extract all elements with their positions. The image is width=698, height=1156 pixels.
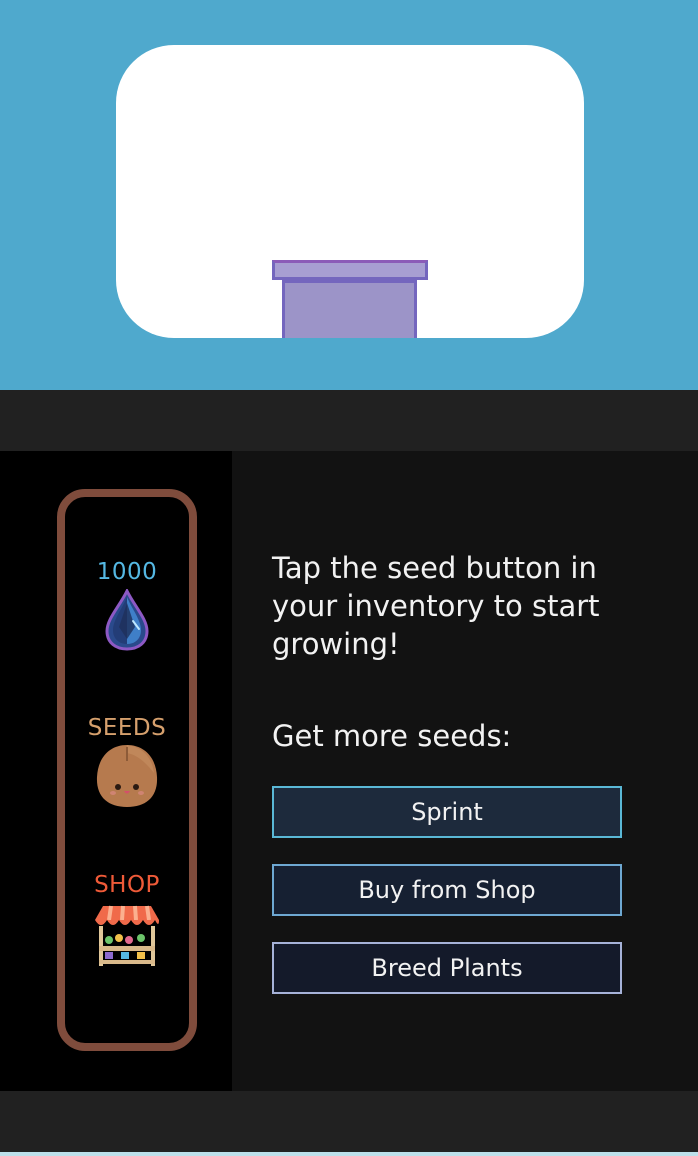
divider-band (0, 390, 698, 451)
shop-button[interactable]: SHOP (65, 872, 189, 968)
buy-from-shop-button[interactable]: Buy from Shop (272, 864, 622, 916)
empty-pot[interactable] (272, 260, 428, 338)
inventory-sidebar: 1000 SEEDS SHOP (0, 451, 232, 1091)
bottom-band (0, 1091, 698, 1156)
bottom-edge-line (0, 1152, 698, 1156)
plant-scene (0, 0, 698, 390)
plant-display-card (116, 45, 584, 338)
water-count: 1000 (96, 559, 158, 585)
water-counter[interactable]: 1000 (65, 559, 189, 651)
market-stall-icon (95, 905, 159, 966)
get-more-seeds-heading: Get more seeds: (272, 719, 512, 753)
inventory-frame: 1000 SEEDS SHOP (57, 489, 197, 1051)
seeds-label: SEEDS (87, 715, 167, 741)
game-screen: 1000 SEEDS SHOP Tap the seed button in y… (0, 0, 698, 1156)
instruction-message: Tap the seed button in your inventory to… (272, 551, 600, 661)
instruction-panel: Tap the seed button in your inventory to… (232, 451, 698, 1091)
pot-body (282, 280, 417, 338)
sprint-button[interactable]: Sprint (272, 786, 622, 838)
breed-plants-button[interactable]: Breed Plants (272, 942, 622, 994)
water-drop-icon (105, 589, 149, 651)
seeds-button[interactable]: SEEDS (65, 715, 189, 809)
seed-icon (96, 745, 158, 807)
shop-label: SHOP (94, 872, 160, 898)
pot-rim (272, 260, 428, 280)
